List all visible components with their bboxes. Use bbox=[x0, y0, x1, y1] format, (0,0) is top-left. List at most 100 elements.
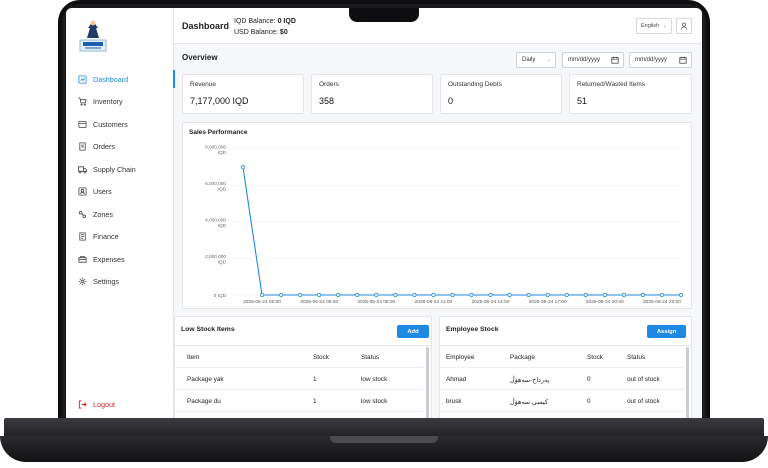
sidebar-item-expenses[interactable]: Expenses bbox=[66, 248, 174, 271]
y-tick-label: 2,000,000 bbox=[205, 254, 226, 259]
table-header-row: Employee Package Stock Status bbox=[440, 346, 685, 368]
data-point bbox=[450, 292, 455, 298]
page-title: Dashboard bbox=[182, 21, 230, 31]
sidebar-item-supply-chain[interactable]: Supply Chain bbox=[66, 158, 174, 181]
data-point bbox=[355, 292, 360, 298]
chevron-down-icon: ⌄ bbox=[546, 57, 551, 63]
outstanding-debts-card: Outstanding Debts 0 bbox=[440, 74, 562, 114]
revenue-card: Revenue 7,177,000 IQD bbox=[182, 74, 304, 114]
table-row[interactable]: brusk کیسی سەهۆڵ 0 out of stock bbox=[440, 390, 685, 412]
low-stock-panel: Low Stock Items Add Item Stock Status Packa… bbox=[174, 316, 432, 418]
table-cell: low stock bbox=[361, 376, 388, 383]
x-tick-label: 2025-05-24 02:00 bbox=[243, 299, 281, 305]
y-tick-label: 8,000,000 bbox=[205, 144, 226, 149]
cart-icon bbox=[78, 97, 87, 106]
series-line bbox=[242, 167, 681, 296]
date-to-input[interactable]: mm/dd/yyyy bbox=[629, 52, 692, 68]
outstanding-debts-label: Outstanding Debts bbox=[448, 81, 502, 88]
usd-balance-value: $0 bbox=[279, 29, 288, 36]
table-row[interactable]: Package yak 1 low stock bbox=[175, 368, 425, 390]
user-menu-button[interactable] bbox=[676, 18, 692, 34]
iqd-balance-value: 0 IQD bbox=[277, 18, 296, 25]
sidebar-item-label: Inventory bbox=[93, 97, 123, 107]
table-cell: Package yak bbox=[187, 376, 224, 383]
x-tick-label: 2025-05-24 08:00 bbox=[357, 299, 395, 305]
data-point bbox=[602, 292, 607, 298]
sidebar-item-zones[interactable]: Zones bbox=[66, 203, 174, 226]
sidebar-item-label: Expenses bbox=[93, 254, 125, 264]
date-to-placeholder: mm/dd/yyyy bbox=[635, 57, 668, 63]
expenses-icon bbox=[78, 255, 87, 264]
data-point bbox=[336, 292, 341, 298]
orders-value: 358 bbox=[319, 96, 335, 106]
sidebar-item-dashboard[interactable]: Dashboard bbox=[66, 68, 175, 91]
returned-items-value: 51 bbox=[577, 96, 588, 106]
logout-icon bbox=[78, 400, 87, 409]
date-from-input[interactable]: mm/dd/yyyy bbox=[562, 52, 624, 68]
sidebar-item-finance[interactable]: Finance bbox=[66, 226, 174, 249]
data-point bbox=[393, 292, 398, 298]
sidebar-item-label: Customers bbox=[93, 119, 128, 129]
data-point bbox=[278, 292, 284, 298]
outstanding-debts-value: 0 bbox=[448, 96, 454, 106]
table-cell: 0 bbox=[587, 376, 591, 383]
low-stock-scrollbar[interactable] bbox=[426, 347, 429, 418]
data-point bbox=[507, 292, 512, 298]
add-button[interactable]: Add bbox=[397, 325, 429, 338]
column-header: Item bbox=[187, 354, 200, 361]
table-cell: out of stock bbox=[627, 376, 660, 383]
table-cell: پەرداخ-سەهۆڵ bbox=[510, 377, 550, 384]
sidebar-item-users[interactable]: Users bbox=[66, 181, 174, 204]
low-stock-title: Low Stock Items bbox=[181, 326, 235, 333]
sidebar-item-label: Settings bbox=[93, 277, 119, 287]
sidebar-item-label: Orders bbox=[93, 142, 115, 152]
table-row[interactable]: Test Package 100out of stock bbox=[175, 412, 425, 418]
table-cell: out of stock bbox=[627, 398, 660, 405]
x-tick-label: 2025-05-24 14:00 bbox=[472, 299, 510, 305]
column-header: Stock bbox=[313, 354, 329, 361]
period-value: Daily bbox=[522, 57, 536, 63]
employee-stock-table: Employee Package Stock Status Ahmad پەرداخ-سە… bbox=[440, 345, 691, 418]
truck-icon bbox=[78, 165, 87, 174]
user-icon bbox=[680, 22, 688, 30]
assign-button[interactable]: Assign bbox=[647, 325, 686, 338]
sidebar-item-inventory[interactable]: Inventory bbox=[66, 91, 174, 114]
table-cell: 0 bbox=[587, 398, 591, 405]
logout-button[interactable]: Logout bbox=[78, 400, 115, 409]
period-select[interactable]: Daily ⌄ bbox=[516, 52, 556, 68]
column-header: Employee bbox=[446, 354, 475, 361]
revenue-label: Revenue bbox=[190, 81, 217, 88]
language-value: English bbox=[641, 23, 660, 29]
sidebar-item-customers[interactable]: Customers bbox=[66, 113, 174, 136]
x-tick-label: 2025-05-24 23:00 bbox=[643, 299, 681, 305]
data-point bbox=[526, 292, 531, 298]
customers-icon bbox=[78, 120, 87, 129]
y-tick-label: 4,000,000 bbox=[205, 217, 226, 222]
y-tick-label: IQD bbox=[218, 187, 227, 192]
sidebar-item-orders[interactable]: Orders bbox=[66, 136, 174, 159]
table-row[interactable]: Ahmad پەرداخ-سەهۆڵ 0 out of stock bbox=[440, 368, 685, 390]
data-point bbox=[564, 292, 569, 298]
table-row[interactable]: Package du 1 low stock bbox=[175, 390, 425, 412]
employee-stock-panel: Employee Stock Assign Employee Package Sto… bbox=[439, 316, 692, 418]
sidebar-item-label: Users bbox=[93, 187, 112, 197]
data-point bbox=[412, 292, 417, 298]
orders-icon bbox=[78, 142, 87, 151]
table-cell: brusk bbox=[446, 398, 462, 405]
dashboard-icon bbox=[78, 75, 87, 84]
data-point bbox=[640, 292, 646, 298]
sidebar-item-settings[interactable]: Settings bbox=[66, 271, 174, 294]
language-select[interactable]: English ⌄ bbox=[636, 18, 672, 34]
users-icon bbox=[78, 187, 87, 196]
laptop-hinge bbox=[330, 436, 438, 443]
table-cell: low stock bbox=[361, 398, 388, 405]
sidebar: Dashboard Inventory Customers Orders Supply … bbox=[66, 8, 175, 418]
sidebar-item-label: Supply Chain bbox=[93, 164, 136, 174]
data-point bbox=[621, 292, 626, 298]
table-row[interactable]: starپەرداخ-سەهۆڵ0out of stock bbox=[440, 412, 685, 418]
table-cell: کیسی سەهۆڵ bbox=[510, 399, 548, 406]
app-screen: Dashboard Inventory Customers Orders Supply … bbox=[66, 8, 702, 418]
iqd-balance-label: IQD Balance: bbox=[234, 18, 276, 25]
data-point bbox=[240, 165, 246, 170]
employee-stock-scrollbar[interactable] bbox=[686, 347, 689, 418]
